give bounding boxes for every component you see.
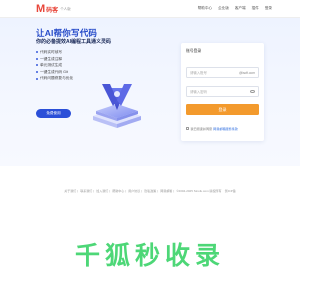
footer-link[interactable]: 加入我们	[96, 189, 108, 193]
feature-item: 代码问题修复与优化	[36, 75, 73, 82]
nav-plugin[interactable]: 插件	[252, 5, 259, 11]
feature-item: 一键生成注释	[36, 56, 73, 63]
username-input[interactable]	[190, 70, 239, 75]
hero-subtitle: 你的必备提效AI编程工具通义灵码	[36, 39, 112, 45]
email-domain-suffix: @isoft.com	[239, 70, 255, 75]
footer-link[interactable]: 帮助中心	[112, 189, 124, 193]
login-title: 账号登录	[186, 49, 202, 53]
bullet-icon	[36, 71, 38, 74]
page: M 码客 个人版 帮助中心 企业版 客户端 插件 登录 让AI帮你写代码 你的必…	[0, 0, 300, 300]
free-use-button[interactable]: 免费使用	[36, 109, 71, 118]
logo-text: 码客	[46, 7, 59, 14]
top-nav: 帮助中心 企业版 客户端 插件 登录	[198, 5, 272, 11]
logo-mark: M	[36, 3, 46, 15]
footer-copyright: ©2004-2025 Sinofu.com 版权所有	[176, 189, 222, 193]
password-field[interactable]	[186, 86, 259, 97]
terms-link[interactable]: 网易邮箱服务条款	[213, 126, 238, 131]
nav-help[interactable]: 帮助中心	[198, 5, 212, 11]
agree-text: 我已阅读并同意	[190, 127, 213, 131]
logo[interactable]: M 码客 个人版	[36, 3, 71, 15]
nav-client[interactable]: 客户端	[235, 5, 246, 11]
nav-enterprise[interactable]: 企业版	[218, 5, 229, 11]
bullet-icon	[36, 51, 38, 54]
feature-item: 一键生成代码 Git	[36, 69, 73, 76]
feature-item: 代码实时续写	[36, 49, 73, 56]
bullet-icon	[36, 64, 38, 67]
login-button[interactable]: 登录	[186, 104, 259, 115]
eye-icon[interactable]	[250, 90, 255, 93]
nav-login[interactable]: 登录	[265, 5, 272, 11]
site-watermark: 千狐秒收录	[74, 241, 225, 270]
agree-checkbox[interactable]	[186, 127, 189, 130]
login-card: 账号登录 @isoft.com 登录 我已阅读并同意 网易邮箱服务条款	[181, 43, 264, 141]
bullet-icon	[36, 77, 38, 80]
feature-item: 单元测试生成	[36, 62, 73, 69]
ai-logo-illustration	[93, 84, 141, 128]
footer-link[interactable]: 网易邮箱	[160, 189, 172, 193]
footer-link[interactable]: 关于我们	[64, 189, 76, 193]
top-header: M 码客 个人版 帮助中心 企业版 客户端 插件 登录	[0, 0, 300, 18]
agreement-row: 我已阅读并同意 网易邮箱服务条款	[186, 126, 238, 131]
footer-link[interactable]: 联系我们	[80, 189, 92, 193]
footer-link[interactable]: 用户协议	[128, 189, 140, 193]
password-input[interactable]	[190, 89, 251, 94]
footer-links: 关于我们| 联系我们| 加入我们| 帮助中心| 用户协议| 隐私政策| 网易邮箱…	[64, 189, 236, 193]
footer-icp[interactable]: 浙ICP备	[225, 189, 236, 193]
logo-sub: 个人版	[60, 6, 71, 11]
footer-link[interactable]: 隐私政策	[144, 189, 156, 193]
username-field[interactable]: @isoft.com	[186, 67, 259, 78]
feature-list: 代码实时续写 一键生成注释 单元测试生成 一键生成代码 Git 代码问题修复与优…	[36, 49, 73, 82]
bullet-icon	[36, 57, 38, 60]
